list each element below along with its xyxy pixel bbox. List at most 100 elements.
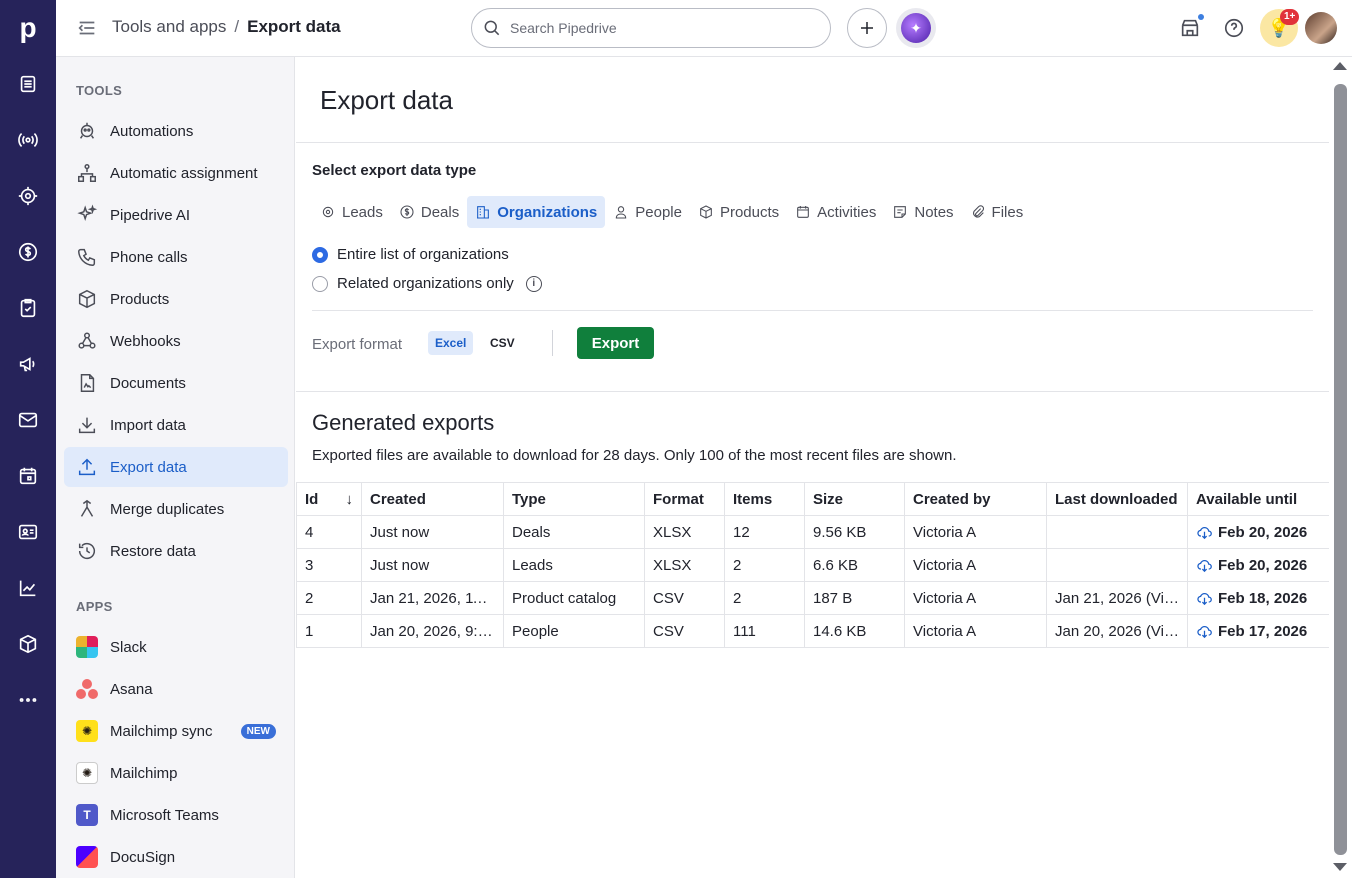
cell-items: 2 bbox=[724, 548, 805, 582]
tab-people[interactable]: People bbox=[605, 196, 690, 228]
breadcrumb-tools-and-apps[interactable]: Tools and apps bbox=[112, 17, 226, 37]
sidebar-item-label: Products bbox=[110, 290, 170, 308]
cell-last-downloaded: Jan 21, 2026 (Vi… bbox=[1046, 581, 1188, 615]
sidebar-item-products[interactable]: Products bbox=[64, 279, 288, 319]
cloud-download-icon[interactable] bbox=[1196, 623, 1213, 640]
tab-deals[interactable]: Deals bbox=[391, 196, 467, 228]
cell-available-until[interactable]: Feb 17, 2026 bbox=[1187, 614, 1330, 648]
calendar-icon[interactable] bbox=[0, 448, 56, 504]
top-bar: Tools and apps / Export data ✦ 💡 1+ bbox=[56, 0, 1352, 57]
user-avatar[interactable] bbox=[1305, 12, 1337, 44]
tab-notes[interactable]: Notes bbox=[884, 196, 961, 228]
quick-add-button[interactable] bbox=[847, 8, 887, 48]
tab-label: Files bbox=[991, 203, 1024, 221]
download-link[interactable]: Feb 20, 2026 bbox=[1218, 524, 1307, 541]
scroll-down-arrow-icon[interactable] bbox=[1333, 863, 1347, 871]
help-icon[interactable] bbox=[1220, 14, 1248, 42]
sidebar-item-slack[interactable]: Slack bbox=[64, 627, 288, 667]
cell-size: 14.6 KB bbox=[804, 614, 905, 648]
column-header-available-until[interactable]: Available until bbox=[1187, 482, 1330, 516]
column-header-format[interactable]: Format bbox=[644, 482, 725, 516]
info-icon[interactable]: i bbox=[525, 275, 542, 292]
sidebar-item-asana[interactable]: Asana bbox=[64, 669, 288, 709]
download-link[interactable]: Feb 18, 2026 bbox=[1218, 590, 1307, 607]
cloud-download-icon[interactable] bbox=[1196, 557, 1213, 574]
download-link[interactable]: Feb 17, 2026 bbox=[1218, 623, 1307, 640]
activities-checklist-icon[interactable] bbox=[0, 280, 56, 336]
export-button[interactable]: Export bbox=[577, 327, 654, 359]
sort-descending-icon[interactable]: ↓ bbox=[346, 491, 354, 508]
cell-items: 12 bbox=[724, 515, 805, 549]
mail-icon[interactable] bbox=[0, 392, 56, 448]
table-row: 4 Just now Deals XLSX 12 9.56 KB Victori… bbox=[296, 515, 1330, 549]
search-input[interactable] bbox=[510, 20, 810, 36]
campaigns-megaphone-icon[interactable] bbox=[0, 336, 56, 392]
cell-available-until[interactable]: Feb 20, 2026 bbox=[1187, 515, 1330, 549]
sidebar-item-merge-duplicates[interactable]: Merge duplicates bbox=[64, 489, 288, 529]
radio-button[interactable] bbox=[312, 275, 328, 292]
radio-entire-list[interactable]: Entire list of organizations bbox=[312, 246, 509, 263]
insights-chart-icon[interactable] bbox=[0, 560, 56, 616]
search-box[interactable] bbox=[471, 8, 831, 48]
sidebar-item-webhooks[interactable]: Webhooks bbox=[64, 321, 288, 361]
pipedrive-logo[interactable]: p bbox=[0, 0, 56, 56]
scrollbar-thumb[interactable] bbox=[1334, 84, 1347, 855]
sidebar-toggle-icon[interactable] bbox=[76, 17, 98, 39]
tab-activities[interactable]: Activities bbox=[787, 196, 884, 228]
format-excel-option[interactable]: Excel bbox=[428, 331, 474, 355]
sidebar-item-docusign[interactable]: DocuSign bbox=[64, 837, 288, 877]
tab-leads[interactable]: Leads bbox=[312, 196, 391, 228]
campaigns-broadcast-icon[interactable] bbox=[0, 112, 56, 168]
sidebar-item-pipedrive-ai[interactable]: Pipedrive AI bbox=[64, 195, 288, 235]
column-header-id[interactable]: Id ↓ bbox=[296, 482, 362, 516]
sidebar-item-mailchimp[interactable]: ✺ Mailchimp bbox=[64, 753, 288, 793]
deals-dollar-icon[interactable] bbox=[0, 224, 56, 280]
format-csv-option[interactable]: CSV bbox=[484, 331, 521, 355]
column-header-created[interactable]: Created bbox=[361, 482, 504, 516]
mailchimp-logo-icon: ✺ bbox=[76, 720, 98, 742]
tab-products[interactable]: Products bbox=[690, 196, 787, 228]
cloud-download-icon[interactable] bbox=[1196, 524, 1213, 541]
scroll-up-arrow-icon[interactable] bbox=[1333, 62, 1347, 70]
docusign-logo-icon bbox=[76, 846, 98, 868]
cell-created-by: Victoria A bbox=[904, 614, 1047, 648]
sidebar-item-microsoft-teams[interactable]: T Microsoft Teams bbox=[64, 795, 288, 835]
products-box-icon[interactable] bbox=[0, 616, 56, 672]
radio-button-checked[interactable] bbox=[312, 246, 328, 263]
column-header-size[interactable]: Size bbox=[804, 482, 905, 516]
column-header-last-downloaded[interactable]: Last downloaded bbox=[1046, 482, 1188, 516]
sidebar-item-import-data[interactable]: Import data bbox=[64, 405, 288, 445]
contacts-card-icon[interactable] bbox=[0, 504, 56, 560]
sidebar-item-label: Automations bbox=[110, 122, 194, 140]
column-header-created-by[interactable]: Created by bbox=[904, 482, 1047, 516]
sidebar-item-documents[interactable]: Documents bbox=[64, 363, 288, 403]
column-header-type[interactable]: Type bbox=[503, 482, 645, 516]
column-header-items[interactable]: Items bbox=[724, 482, 805, 516]
sidebar-item-export-data[interactable]: Export data bbox=[64, 447, 288, 487]
radio-related-only[interactable]: Related organizations only i bbox=[312, 275, 542, 292]
sidebar-item-automatic-assignment[interactable]: Automatic assignment bbox=[64, 153, 288, 193]
ai-assistant-button[interactable]: ✦ bbox=[896, 8, 936, 48]
slack-logo-icon bbox=[76, 636, 98, 658]
sidebar-item-phone-calls[interactable]: Phone calls bbox=[64, 237, 288, 277]
target-icon bbox=[322, 206, 334, 218]
cell-available-until[interactable]: Feb 20, 2026 bbox=[1187, 548, 1330, 582]
download-link[interactable]: Feb 20, 2026 bbox=[1218, 557, 1307, 574]
tab-files[interactable]: Files bbox=[962, 196, 1032, 228]
sidebar-item-automations[interactable]: Automations bbox=[64, 111, 288, 151]
cell-type: People bbox=[503, 614, 645, 648]
calendar-icon bbox=[797, 206, 810, 218]
microsoft-teams-logo-icon: T bbox=[76, 804, 98, 826]
cell-created: Just now bbox=[361, 548, 504, 582]
target-icon[interactable] bbox=[0, 168, 56, 224]
leads-inbox-icon[interactable] bbox=[0, 56, 56, 112]
cloud-download-icon[interactable] bbox=[1196, 590, 1213, 607]
tab-organizations[interactable]: Organizations bbox=[467, 196, 606, 228]
cell-available-until[interactable]: Feb 18, 2026 bbox=[1187, 581, 1330, 615]
cell-created: Just now bbox=[361, 515, 504, 549]
cell-size: 187 B bbox=[804, 581, 905, 615]
cell-id: 4 bbox=[296, 515, 362, 549]
sidebar-item-restore-data[interactable]: Restore data bbox=[64, 531, 288, 571]
sidebar-item-mailchimp-sync[interactable]: ✺ Mailchimp sync NEW bbox=[64, 711, 288, 751]
more-icon[interactable] bbox=[0, 672, 56, 728]
